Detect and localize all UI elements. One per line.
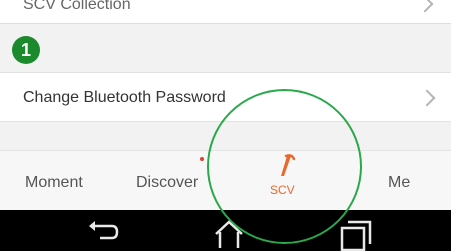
tab-label: Me <box>388 174 411 191</box>
settings-row-label: SCV Collection <box>23 0 131 13</box>
back-icon[interactable] <box>86 218 120 244</box>
tab-label: Discover <box>136 174 199 191</box>
tab-label: SCV <box>270 183 295 197</box>
chevron-right-icon <box>418 89 436 107</box>
settings-row-label: Change Bluetooth Password <box>23 89 226 106</box>
app-screen: SCV Collection 1 Change Bluetooth Passwo… <box>0 0 451 251</box>
settings-row-scv-collection[interactable]: SCV Collection <box>0 0 451 24</box>
home-icon[interactable] <box>212 218 246 248</box>
bottom-tab-bar: Moment Discover SCV Me <box>0 150 451 210</box>
recent-apps-icon[interactable] <box>338 218 372 251</box>
tab-discover[interactable]: Discover <box>134 151 218 211</box>
tab-me[interactable]: Me <box>380 151 420 211</box>
tab-label: Moment <box>25 174 83 191</box>
step-number-badge: 1 <box>12 36 40 64</box>
notification-dot <box>200 157 204 161</box>
settings-row-change-bluetooth-password[interactable]: Change Bluetooth Password <box>0 72 451 122</box>
chevron-right-icon <box>416 0 434 13</box>
android-navigation-bar <box>0 210 451 251</box>
tab-moment[interactable]: Moment <box>25 151 105 211</box>
tab-scv[interactable]: SCV <box>262 151 310 211</box>
scv-logo-icon <box>281 154 296 176</box>
